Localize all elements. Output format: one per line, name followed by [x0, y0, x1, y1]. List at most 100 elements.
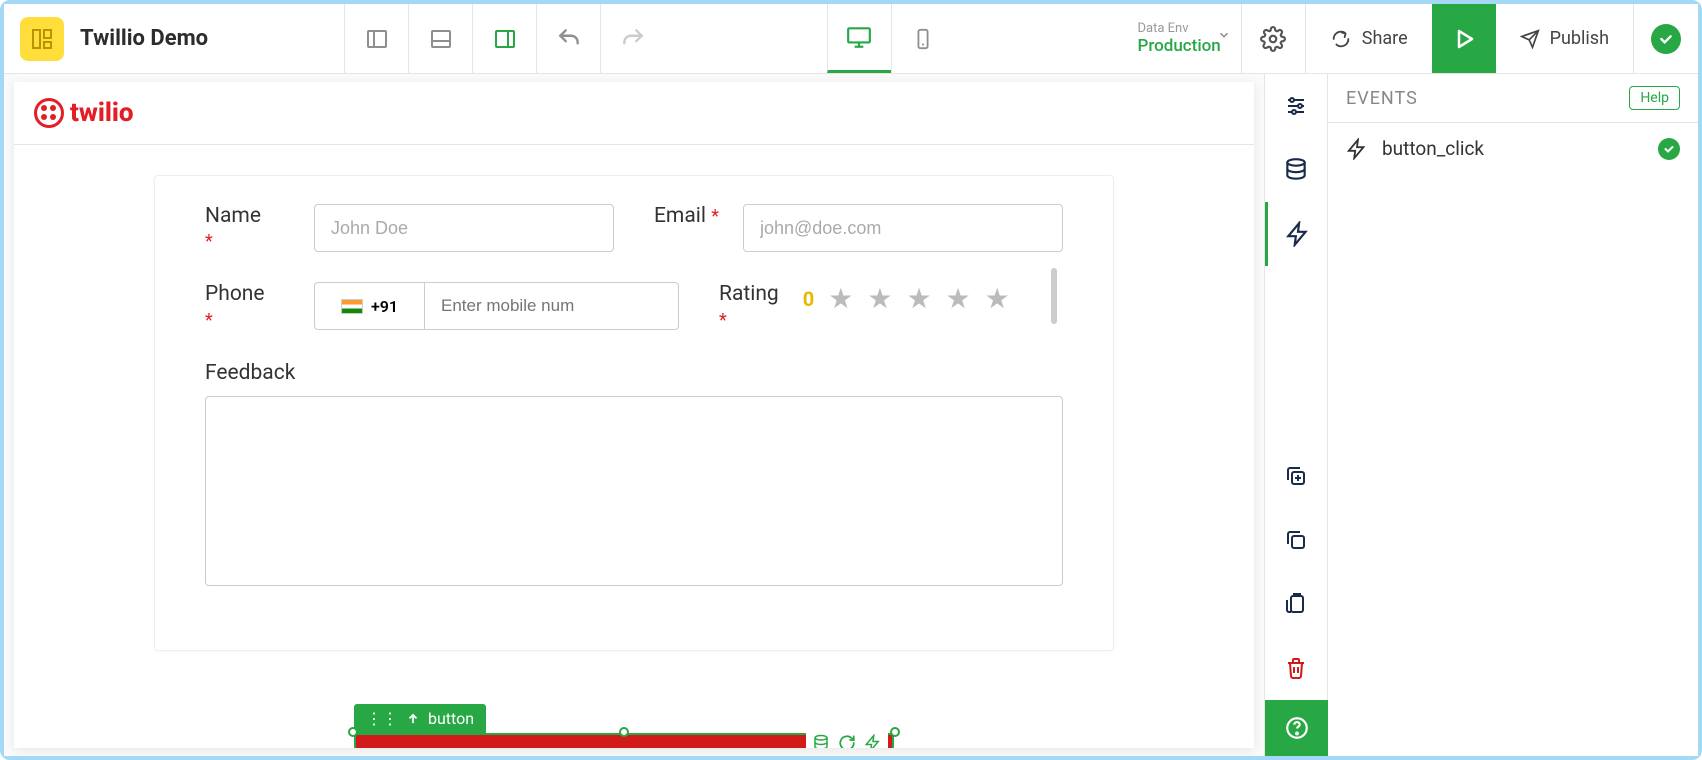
drag-handle-icon[interactable]: ⋮⋮ — [366, 709, 398, 728]
panel-header: EVENTS Help — [1328, 74, 1698, 123]
rating-label: Rating* — [719, 282, 779, 332]
database-icon[interactable] — [812, 734, 830, 748]
header-right: Data Env Production Share Publish — [1117, 4, 1698, 73]
events-panel: EVENTS Help button_click — [1328, 74, 1698, 756]
delete-icon[interactable] — [1265, 636, 1327, 700]
canvas-page: twilio Name * Email * — [14, 82, 1254, 748]
device-tools — [827, 4, 955, 73]
layout-sidebar-left-icon[interactable] — [344, 4, 408, 73]
required-marker: * — [711, 206, 719, 227]
required-marker: * — [719, 310, 727, 331]
data-env-dropdown[interactable]: Data Env Production — [1117, 4, 1241, 73]
data-env-label: Data Env — [1137, 21, 1220, 36]
star-icon[interactable]: ★ — [946, 282, 971, 315]
star-icon[interactable]: ★ — [828, 282, 853, 315]
phone-label: Phone * — [205, 282, 290, 332]
selected-element-overlay: ⋮⋮ button Submit Form — [354, 704, 894, 748]
selection-tag[interactable]: ⋮⋮ button — [354, 704, 486, 733]
event-status-check-icon — [1658, 138, 1680, 160]
email-label: Email * — [654, 204, 719, 229]
twilio-dots-icon — [34, 98, 64, 128]
check-circle-icon — [1651, 24, 1681, 54]
header-left: Twillio Demo — [4, 17, 344, 61]
feedback-group: Feedback — [205, 361, 1063, 590]
publish-button[interactable]: Publish — [1496, 4, 1634, 73]
rating-group: Rating* 0 ★ ★ ★ ★ ★ — [719, 282, 1063, 332]
country-code-select[interactable]: +91 — [314, 282, 424, 330]
flag-india-icon — [341, 299, 363, 314]
rating-value: 0 — [803, 287, 814, 311]
phone-input[interactable] — [424, 282, 679, 330]
share-label: Share — [1362, 28, 1408, 49]
app-header: Twillio Demo Data Env Production — [4, 4, 1698, 74]
feedback-label: Feedback — [205, 361, 1063, 386]
redo-icon[interactable] — [600, 4, 664, 73]
panel-title: EVENTS — [1346, 88, 1418, 109]
mobile-view-icon[interactable] — [891, 4, 955, 73]
publish-label: Publish — [1550, 28, 1609, 49]
app-logo — [20, 17, 64, 61]
bolt-icon[interactable] — [864, 734, 882, 748]
status-indicator — [1634, 24, 1698, 54]
event-name: button_click — [1382, 137, 1484, 160]
required-marker: * — [205, 231, 213, 252]
scroll-indicator[interactable] — [1051, 268, 1057, 324]
email-group: Email * — [654, 204, 1063, 254]
share-button[interactable]: Share — [1306, 4, 1432, 73]
share-icon — [1330, 28, 1352, 50]
panel-help-button[interactable]: Help — [1629, 86, 1680, 110]
desktop-view-icon[interactable] — [827, 4, 891, 73]
star-icon[interactable]: ★ — [867, 282, 892, 315]
feedback-textarea[interactable] — [205, 396, 1063, 586]
layout-bottom-panel-icon[interactable] — [408, 4, 472, 73]
settings-gear-icon[interactable] — [1242, 4, 1306, 73]
resize-handle[interactable] — [619, 727, 629, 737]
selection-type: button — [428, 709, 474, 728]
selection-box: Submit Form — [354, 733, 894, 748]
name-group: Name * — [205, 204, 614, 254]
event-item-button-click[interactable]: button_click — [1328, 123, 1698, 174]
layout-tools — [344, 4, 536, 73]
paste-icon[interactable] — [1265, 572, 1327, 636]
data-env-value: Production — [1137, 36, 1220, 56]
name-label-text: Name — [205, 204, 261, 228]
email-input[interactable] — [743, 204, 1063, 252]
name-input[interactable] — [314, 204, 614, 252]
twilio-logo: twilio — [34, 98, 134, 128]
refresh-icon[interactable] — [838, 734, 856, 748]
undo-icon[interactable] — [536, 4, 600, 73]
event-label-group: button_click — [1346, 137, 1484, 160]
main-area: twilio Name * Email * — [4, 74, 1698, 756]
help-icon[interactable] — [1265, 700, 1329, 756]
phone-group: Phone * +91 — [205, 282, 679, 332]
sliders-icon[interactable] — [1265, 74, 1327, 138]
layout-sidebar-right-icon[interactable] — [472, 4, 536, 73]
phone-prefix-text: +91 — [371, 297, 398, 316]
app-title: Twillio Demo — [80, 26, 208, 51]
brand-text: twilio — [70, 98, 134, 128]
arrow-up-icon[interactable] — [406, 712, 420, 726]
resize-handle[interactable] — [890, 727, 900, 737]
star-icon[interactable]: ★ — [906, 282, 931, 315]
resize-handle[interactable] — [348, 727, 358, 737]
send-icon — [1520, 29, 1540, 49]
bolt-icon[interactable] — [1265, 202, 1327, 266]
database-icon[interactable] — [1265, 138, 1327, 202]
phone-label-text: Phone — [205, 282, 265, 306]
canvas-area: twilio Name * Email * — [4, 74, 1264, 756]
required-marker: * — [205, 310, 213, 331]
copy-icon[interactable] — [1265, 508, 1327, 572]
star-icon[interactable]: ★ — [985, 282, 1010, 315]
submit-label: Submit Form — [545, 746, 671, 748]
play-button[interactable] — [1432, 4, 1496, 73]
form-row: Phone * +91 Rating* — [205, 282, 1063, 332]
email-label-text: Email — [654, 204, 706, 228]
chevron-down-icon — [1217, 28, 1231, 42]
page-header: twilio — [14, 82, 1254, 145]
form-row: Name * Email * — [205, 204, 1063, 254]
side-icon-rail — [1264, 74, 1328, 756]
copy-plus-icon[interactable] — [1265, 444, 1327, 508]
history-tools — [536, 4, 664, 73]
form-card: Name * Email * Phone * — [154, 175, 1114, 651]
bolt-icon — [1346, 138, 1368, 160]
